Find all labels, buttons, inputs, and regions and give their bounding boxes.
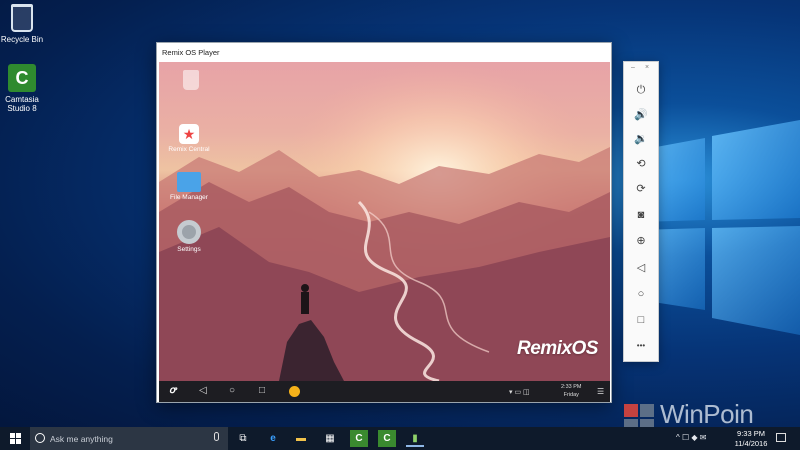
zoom-button[interactable]: ⊕ [624, 231, 658, 251]
cortana-icon [35, 433, 45, 443]
desktop-icon-label: Recycle Bin [0, 35, 44, 44]
pinned-app-icon[interactable] [289, 386, 300, 397]
file-manager-app[interactable]: File Manager [159, 172, 219, 201]
more-button[interactable]: ••• [624, 336, 658, 356]
nav-clock-time: 2:33 PM [561, 384, 582, 390]
star-app-icon: ★ [179, 124, 199, 144]
search-placeholder: Ask me anything [50, 434, 113, 444]
android-navbar: ꝍ ◁ ○ □ ▾ ▭ ◫ 2:33 PM Friday ☰ [159, 381, 610, 402]
microphone-icon[interactable] [214, 432, 219, 441]
app-label: File Manager [170, 194, 208, 201]
start-button[interactable] [0, 427, 30, 450]
back-button[interactable]: ◁ [624, 258, 658, 278]
task-view-button[interactable]: ⧉ [234, 430, 252, 447]
camtasia-icon: C [8, 64, 36, 92]
gear-icon [177, 220, 201, 244]
nav-recents-icon[interactable]: □ [259, 385, 265, 397]
remix-central-app[interactable]: ★ Remix Central [159, 124, 219, 153]
taskbar: Ask me anything ⧉ e ▬ ▦ C C ▮ ^ ☐ ◆ ✉ 9:… [0, 427, 800, 450]
desktop-camtasia[interactable]: C Camtasia Studio 8 [0, 64, 50, 113]
recycle-bin-icon [11, 4, 33, 32]
volume-up-button[interactable]: 🔊 [624, 105, 658, 125]
remix-os-player-window[interactable]: Remix OS Player ★ Remix Central File Man… [156, 42, 612, 403]
nav-clock[interactable]: 2:33 PM Friday [561, 383, 581, 399]
remix-os-logo: RemixOS [517, 338, 598, 359]
nav-back-icon[interactable]: ◁ [199, 385, 207, 397]
trash-icon [183, 70, 199, 90]
recents-button[interactable]: □ [624, 310, 658, 330]
nav-clock-day: Friday [563, 392, 579, 398]
settings-app[interactable]: Settings [159, 220, 219, 253]
remix-start-button[interactable]: ꝍ [169, 385, 176, 397]
nav-home-icon[interactable]: ○ [229, 385, 235, 397]
cortana-search-box[interactable]: Ask me anything [30, 427, 228, 450]
minimize-icon[interactable]: – [631, 64, 635, 71]
taskbar-clock[interactable]: 9:33 PM 11/4/2016 [731, 429, 771, 448]
window-title: Remix OS Player [157, 43, 611, 62]
clock-date: 11/4/2016 [734, 438, 768, 448]
hiker-silhouette [301, 292, 309, 314]
android-screen[interactable]: ★ Remix Central File Manager Settings Re… [159, 62, 610, 381]
remix-os-player-taskbar-icon[interactable]: ▮ [406, 430, 424, 447]
toolbar-header: – × [624, 62, 658, 76]
notification-menu-icon[interactable]: ☰ [597, 386, 604, 398]
clock-time: 9:33 PM [737, 429, 765, 438]
rotate-button[interactable]: ⟲ [624, 154, 658, 174]
camtasia-recorder-icon[interactable]: C [350, 430, 368, 447]
screenshot-button[interactable]: ◙ [624, 205, 658, 225]
player-side-toolbar: – × ⏻ 🔊 🔉 ⟲ ⟳ ◙ ⊕ ◁ ○ □ ••• [623, 61, 659, 362]
app-label: Remix Central [168, 146, 210, 153]
landscape-wallpaper [159, 62, 610, 381]
desktop-icon-label: Camtasia Studio 8 [5, 95, 39, 114]
file-explorer-icon[interactable]: ▬ [292, 430, 310, 447]
nav-tray-icons[interactable]: ▾ ▭ ◫ [509, 387, 530, 399]
home-button[interactable]: ○ [624, 284, 658, 304]
volume-down-button[interactable]: 🔉 [624, 129, 658, 149]
winpoin-watermark: WinPoin [660, 399, 754, 429]
app-label: Settings [177, 246, 201, 253]
camtasia-studio-icon[interactable]: C [378, 430, 396, 447]
system-tray-icons[interactable]: ^ ☐ ◆ ✉ [676, 433, 706, 442]
action-center-icon[interactable] [776, 433, 786, 442]
close-icon[interactable]: × [645, 64, 649, 71]
desktop-recycle-bin[interactable]: Recycle Bin [0, 4, 50, 44]
rotate-alt-button[interactable]: ⟳ [624, 179, 658, 199]
edge-icon[interactable]: e [264, 430, 282, 447]
power-button[interactable]: ⏻ [624, 80, 658, 100]
remix-trash-app[interactable] [161, 70, 221, 92]
store-icon[interactable]: ▦ [321, 430, 339, 447]
folder-icon [177, 172, 201, 192]
